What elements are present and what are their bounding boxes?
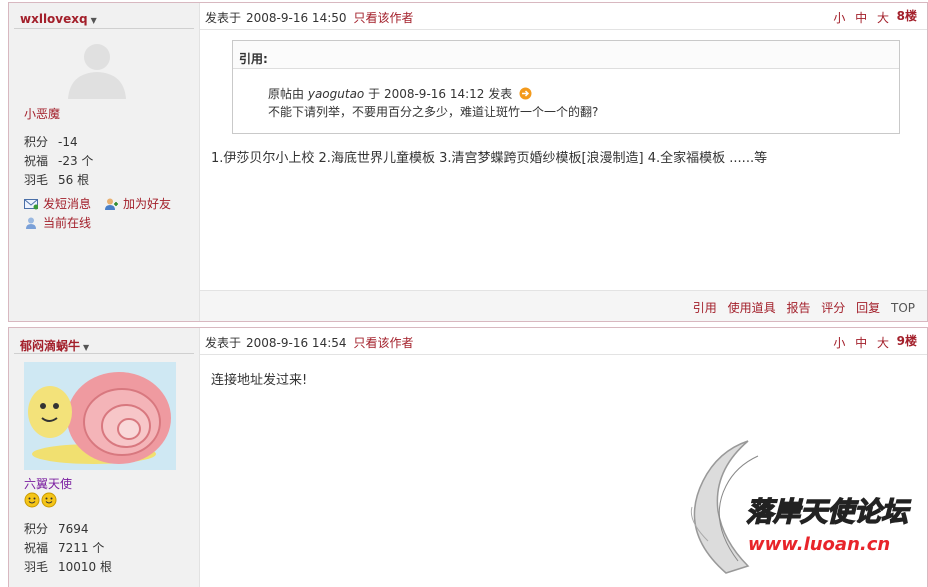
font-size-switch[interactable]: 小 中 大 bbox=[833, 334, 889, 351]
envelope-icon bbox=[24, 199, 38, 210]
default-avatar-icon bbox=[68, 44, 126, 99]
quote-link[interactable]: 引用 bbox=[693, 301, 717, 315]
divider bbox=[14, 28, 194, 29]
quote-title: 引用: bbox=[233, 41, 899, 69]
post-time: 发表于 2008-9-16 14:50 只看该作者 bbox=[205, 11, 414, 25]
angel-wing-logo-icon: 落岸天使论坛 www.luoan.cn bbox=[690, 440, 912, 574]
quote-text: 不能下请列举，不要用百分之多少，难道让斑竹一个一个的翻? bbox=[268, 105, 599, 119]
send-message-link[interactable]: 发短消息 bbox=[24, 195, 91, 212]
online-user-icon bbox=[26, 217, 36, 229]
post-header: 发表于 2008-9-16 14:50 只看该作者 小 中 大 8楼 bbox=[200, 3, 927, 30]
post-header: 发表于 2008-9-16 14:54 只看该作者 小 中 大 9楼 bbox=[200, 328, 927, 355]
floor-number[interactable]: 9楼 bbox=[897, 332, 917, 349]
chevron-down-icon[interactable]: ▼ bbox=[83, 343, 89, 352]
online-status: 当前在线 bbox=[24, 214, 91, 231]
user-sidebar: wxllovexq ▼ 小恶魔 积分 -14 祝福 -23 个 羽毛 56 根 发短消息… bbox=[9, 3, 200, 321]
top-link[interactable]: TOP bbox=[891, 301, 915, 315]
floor-number[interactable]: 8楼 bbox=[897, 7, 917, 24]
post-main: 发表于 2008-9-16 14:50 只看该作者 小 中 大 8楼 引用: 原帖由… bbox=[200, 3, 927, 321]
stat-points: 积分 -14 bbox=[24, 135, 78, 149]
stat-blessing: 祝福 7211 个 bbox=[24, 541, 105, 555]
reply-link[interactable]: 回复 bbox=[856, 301, 880, 315]
forum-watermark: 落岸天使论坛 www.luoan.cn bbox=[608, 411, 928, 581]
divider bbox=[14, 353, 194, 354]
stat-points: 积分 7694 bbox=[24, 522, 89, 536]
post-content: 1.伊莎贝尔小上校 2.海底世界儿童模板 3.清宫梦蝶跨页婚纱模板[浪漫制造] … bbox=[211, 151, 768, 166]
rank-stars bbox=[24, 492, 58, 511]
only-author-link[interactable]: 只看该作者 bbox=[354, 336, 414, 350]
avatar[interactable] bbox=[24, 362, 176, 470]
add-friend-link[interactable]: 加为好友 bbox=[104, 195, 171, 212]
username-menu[interactable]: wxllovexq ▼ bbox=[20, 12, 97, 26]
snail-avatar-icon bbox=[28, 372, 171, 464]
use-item-link[interactable]: 使用道具 bbox=[728, 301, 776, 315]
stat-feathers: 羽毛 56 根 bbox=[24, 173, 90, 187]
only-author-link[interactable]: 只看该作者 bbox=[354, 11, 414, 25]
username[interactable]: wxllovexq bbox=[20, 12, 88, 26]
user-rank: 小恶魔 bbox=[24, 107, 61, 121]
chevron-down-icon[interactable]: ▼ bbox=[91, 16, 97, 25]
quote-origin: 原帖由 yaogutao 于 2008-9-16 14:12 发表 bbox=[268, 85, 532, 102]
quote-block: 引用: 原帖由 yaogutao 于 2008-9-16 14:12 发表 不能… bbox=[232, 40, 900, 134]
post-content: 连接地址发过来! bbox=[211, 373, 308, 388]
username-menu[interactable]: 郁闷滴蜗牛 ▼ bbox=[20, 337, 89, 354]
username[interactable]: 郁闷滴蜗牛 bbox=[20, 339, 80, 353]
stat-blessing: 祝福 -23 个 bbox=[24, 154, 94, 168]
post-footer: 引用 使用道具 报告 评分 回复 TOP bbox=[200, 290, 927, 321]
quote-author[interactable]: yaogutao bbox=[308, 87, 364, 101]
avatar[interactable] bbox=[64, 39, 130, 99]
report-link[interactable]: 报告 bbox=[786, 301, 810, 315]
goto-post-icon[interactable] bbox=[519, 87, 532, 100]
post-8: wxllovexq ▼ 小恶魔 积分 -14 祝福 -23 个 羽毛 56 根 发短消息… bbox=[8, 2, 928, 322]
rate-link[interactable]: 评分 bbox=[821, 301, 845, 315]
watermark-title: 落岸天使论坛 bbox=[746, 497, 911, 528]
post-time: 发表于 2008-9-16 14:54 只看该作者 bbox=[205, 336, 414, 350]
stat-feathers: 羽毛 10010 根 bbox=[24, 560, 112, 574]
watermark-url: www.luoan.cn bbox=[748, 534, 890, 555]
smiley-rank-icon bbox=[24, 492, 57, 508]
add-friend-icon bbox=[105, 198, 118, 210]
font-size-switch[interactable]: 小 中 大 bbox=[833, 9, 889, 26]
user-sidebar: 郁闷滴蜗牛 ▼ 六翼天使 积分 7694 祝福 7211 个 羽毛 10010 … bbox=[9, 328, 200, 587]
user-rank: 六翼天使 bbox=[24, 477, 73, 491]
